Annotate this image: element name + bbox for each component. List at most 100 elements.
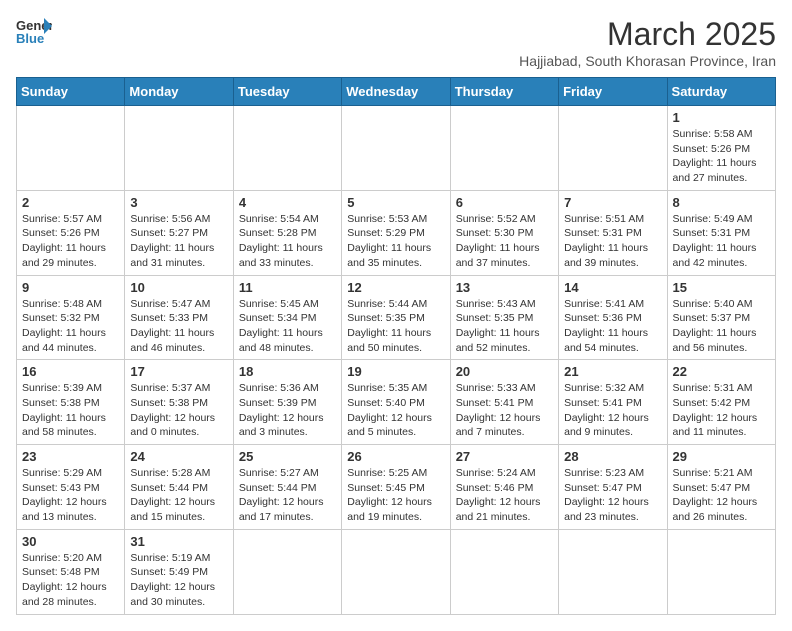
day-number: 12	[347, 280, 444, 295]
calendar-cell	[667, 529, 775, 614]
calendar-cell: 6 Sunrise: 5:52 AMSunset: 5:30 PMDaylight…	[450, 190, 558, 275]
day-number: 15	[673, 280, 770, 295]
calendar-cell	[233, 106, 341, 191]
calendar-cell: 23 Sunrise: 5:29 AMSunset: 5:43 PMDayligh…	[17, 445, 125, 530]
day-number: 27	[456, 449, 553, 464]
calendar-week-row: 30Sunrise: 5:20 AMSunset: 5:48 PMDayligh…	[17, 529, 776, 614]
day-number: 7	[564, 195, 661, 210]
day-info: Sunrise: 5:20 AMSunset: 5:48 PMDaylight:…	[22, 551, 119, 610]
day-info: Sunrise: 5:54 AMSunset: 5:28 PMDaylight:…	[239, 212, 336, 271]
day-info: Sunrise: 5:44 AMSunset: 5:35 PMDaylight:…	[347, 297, 444, 356]
day-info: Sunrise: 5:19 AMSunset: 5:49 PMDaylight:…	[130, 551, 227, 610]
day-info: Sunrise: 5:37 AMSunset: 5:38 PMDaylight:…	[130, 381, 227, 440]
day-info: Sunrise: 5:40 AMSunset: 5:37 PMDaylight:…	[673, 297, 770, 356]
day-info: Sunrise: 5:27 AMSunset: 5:44 PMDaylight:…	[239, 466, 336, 525]
day-number: 24	[130, 449, 227, 464]
calendar-cell: 22 Sunrise: 5:31 AMSunset: 5:42 PMDayligh…	[667, 360, 775, 445]
calendar-table: SundayMondayTuesdayWednesdayThursdayFrid…	[16, 77, 776, 615]
calendar-week-row: 23 Sunrise: 5:29 AMSunset: 5:43 PMDayligh…	[17, 445, 776, 530]
day-number: 29	[673, 449, 770, 464]
day-number: 17	[130, 364, 227, 379]
day-info: Sunrise: 5:48 AMSunset: 5:32 PMDaylight:…	[22, 297, 119, 356]
day-number: 31	[130, 534, 227, 549]
calendar-cell	[233, 529, 341, 614]
calendar-header-saturday: Saturday	[667, 78, 775, 106]
calendar-cell	[342, 529, 450, 614]
calendar-cell: 12 Sunrise: 5:44 AMSunset: 5:35 PMDayligh…	[342, 275, 450, 360]
calendar-cell: 8Sunrise: 5:49 AMSunset: 5:31 PMDaylight…	[667, 190, 775, 275]
calendar-cell: 19 Sunrise: 5:35 AMSunset: 5:40 PMDayligh…	[342, 360, 450, 445]
calendar-cell: 2Sunrise: 5:57 AMSunset: 5:26 PMDaylight…	[17, 190, 125, 275]
calendar-week-row: 2Sunrise: 5:57 AMSunset: 5:26 PMDaylight…	[17, 190, 776, 275]
logo: General Blue	[16, 16, 52, 46]
calendar-cell: 31 Sunrise: 5:19 AMSunset: 5:49 PMDayligh…	[125, 529, 233, 614]
calendar-cell: 30Sunrise: 5:20 AMSunset: 5:48 PMDayligh…	[17, 529, 125, 614]
day-info: Sunrise: 5:36 AMSunset: 5:39 PMDaylight:…	[239, 381, 336, 440]
day-info: Sunrise: 5:45 AMSunset: 5:34 PMDaylight:…	[239, 297, 336, 356]
day-number: 18	[239, 364, 336, 379]
day-info: Sunrise: 5:39 AMSunset: 5:38 PMDaylight:…	[22, 381, 119, 440]
day-info: Sunrise: 5:53 AMSunset: 5:29 PMDaylight:…	[347, 212, 444, 271]
day-number: 16	[22, 364, 119, 379]
day-number: 20	[456, 364, 553, 379]
svg-text:Blue: Blue	[16, 31, 44, 46]
day-info: Sunrise: 5:52 AMSunset: 5:30 PMDaylight:…	[456, 212, 553, 271]
day-number: 23	[22, 449, 119, 464]
calendar-cell: 10 Sunrise: 5:47 AMSunset: 5:33 PMDayligh…	[125, 275, 233, 360]
calendar-cell: 16 Sunrise: 5:39 AMSunset: 5:38 PMDayligh…	[17, 360, 125, 445]
day-info: Sunrise: 5:35 AMSunset: 5:40 PMDaylight:…	[347, 381, 444, 440]
calendar-cell: 27Sunrise: 5:24 AMSunset: 5:46 PMDayligh…	[450, 445, 558, 530]
day-number: 19	[347, 364, 444, 379]
day-info: Sunrise: 5:33 AMSunset: 5:41 PMDaylight:…	[456, 381, 553, 440]
day-info: Sunrise: 5:25 AMSunset: 5:45 PMDaylight:…	[347, 466, 444, 525]
day-info: Sunrise: 5:29 AMSunset: 5:43 PMDaylight:…	[22, 466, 119, 525]
calendar-week-row: 1 Sunrise: 5:58 AMSunset: 5:26 PMDaylight…	[17, 106, 776, 191]
day-info: Sunrise: 5:51 AMSunset: 5:31 PMDaylight:…	[564, 212, 661, 271]
calendar-cell: 9Sunrise: 5:48 AMSunset: 5:32 PMDaylight…	[17, 275, 125, 360]
calendar-header-row: SundayMondayTuesdayWednesdayThursdayFrid…	[17, 78, 776, 106]
calendar-header-tuesday: Tuesday	[233, 78, 341, 106]
day-number: 6	[456, 195, 553, 210]
calendar-cell: 17 Sunrise: 5:37 AMSunset: 5:38 PMDayligh…	[125, 360, 233, 445]
calendar-cell: 11Sunrise: 5:45 AMSunset: 5:34 PMDayligh…	[233, 275, 341, 360]
day-number: 10	[130, 280, 227, 295]
calendar-cell: 1 Sunrise: 5:58 AMSunset: 5:26 PMDaylight…	[667, 106, 775, 191]
calendar-cell	[342, 106, 450, 191]
calendar-cell: 21Sunrise: 5:32 AMSunset: 5:41 PMDayligh…	[559, 360, 667, 445]
day-number: 8	[673, 195, 770, 210]
calendar-cell: 20 Sunrise: 5:33 AMSunset: 5:41 PMDayligh…	[450, 360, 558, 445]
day-number: 1	[673, 110, 770, 125]
calendar-header-thursday: Thursday	[450, 78, 558, 106]
day-number: 5	[347, 195, 444, 210]
calendar-cell: 4 Sunrise: 5:54 AMSunset: 5:28 PMDaylight…	[233, 190, 341, 275]
calendar-cell: 25Sunrise: 5:27 AMSunset: 5:44 PMDayligh…	[233, 445, 341, 530]
day-info: Sunrise: 5:58 AMSunset: 5:26 PMDaylight:…	[673, 127, 770, 186]
calendar-cell	[17, 106, 125, 191]
logo-icon: General Blue	[16, 16, 52, 46]
day-info: Sunrise: 5:31 AMSunset: 5:42 PMDaylight:…	[673, 381, 770, 440]
calendar-cell: 5 Sunrise: 5:53 AMSunset: 5:29 PMDaylight…	[342, 190, 450, 275]
location-subtitle: Hajjiabad, South Khorasan Province, Iran	[519, 53, 776, 69]
calendar-cell: 26Sunrise: 5:25 AMSunset: 5:45 PMDayligh…	[342, 445, 450, 530]
day-info: Sunrise: 5:43 AMSunset: 5:35 PMDaylight:…	[456, 297, 553, 356]
day-number: 4	[239, 195, 336, 210]
calendar-cell: 14 Sunrise: 5:41 AMSunset: 5:36 PMDayligh…	[559, 275, 667, 360]
day-info: Sunrise: 5:23 AMSunset: 5:47 PMDaylight:…	[564, 466, 661, 525]
calendar-cell: 15 Sunrise: 5:40 AMSunset: 5:37 PMDayligh…	[667, 275, 775, 360]
calendar-cell	[125, 106, 233, 191]
day-info: Sunrise: 5:47 AMSunset: 5:33 PMDaylight:…	[130, 297, 227, 356]
day-number: 14	[564, 280, 661, 295]
month-year-title: March 2025	[519, 16, 776, 53]
calendar-cell	[559, 529, 667, 614]
calendar-week-row: 16 Sunrise: 5:39 AMSunset: 5:38 PMDayligh…	[17, 360, 776, 445]
calendar-cell: 3 Sunrise: 5:56 AMSunset: 5:27 PMDaylight…	[125, 190, 233, 275]
calendar-cell	[450, 106, 558, 191]
day-number: 3	[130, 195, 227, 210]
day-info: Sunrise: 5:56 AMSunset: 5:27 PMDaylight:…	[130, 212, 227, 271]
day-number: 28	[564, 449, 661, 464]
calendar-cell: 18 Sunrise: 5:36 AMSunset: 5:39 PMDayligh…	[233, 360, 341, 445]
day-number: 21	[564, 364, 661, 379]
day-number: 22	[673, 364, 770, 379]
calendar-header-sunday: Sunday	[17, 78, 125, 106]
day-info: Sunrise: 5:41 AMSunset: 5:36 PMDaylight:…	[564, 297, 661, 356]
